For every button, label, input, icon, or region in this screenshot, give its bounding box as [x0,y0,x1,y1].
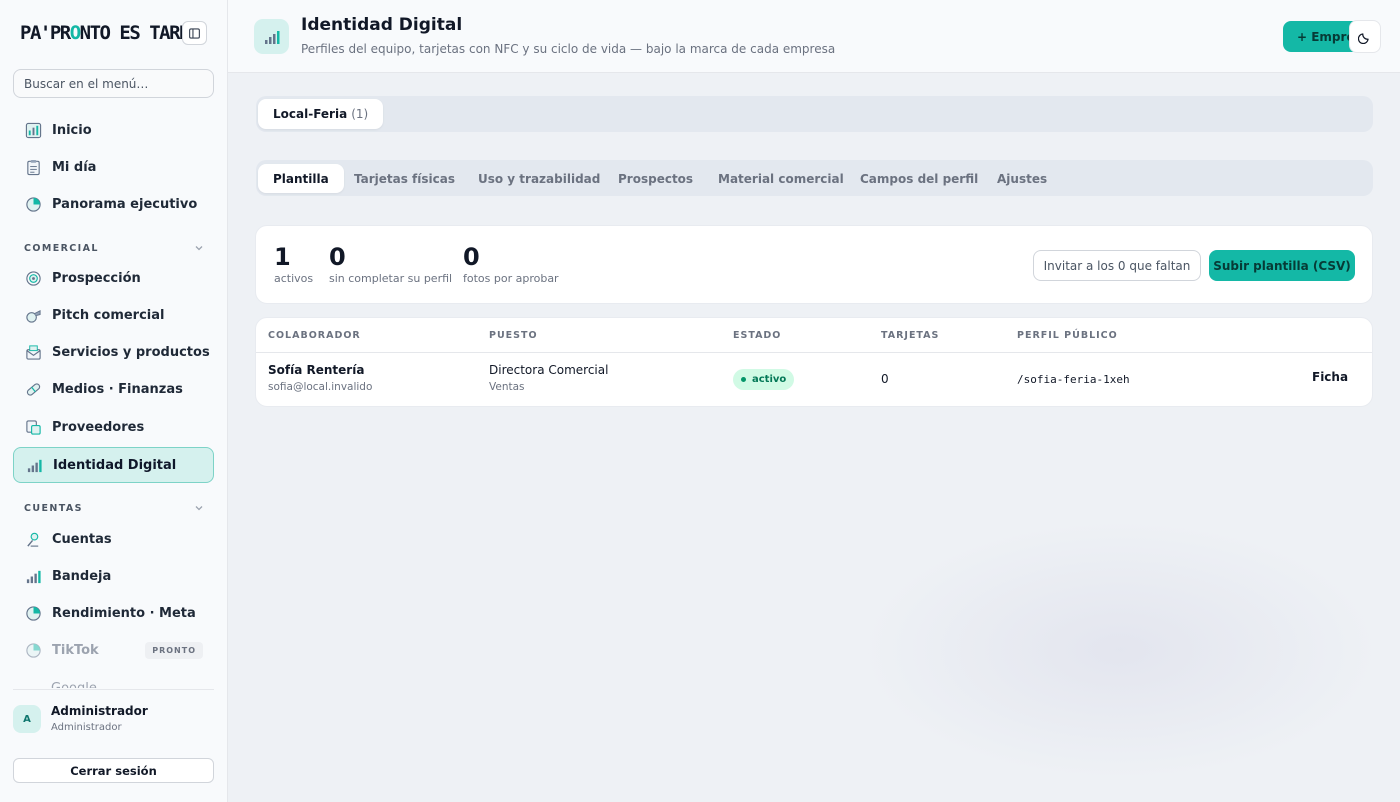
upload-csv-button[interactable]: Subir plantilla (CSV) [1209,250,1355,281]
row-name: Sofía Rentería [268,363,365,377]
sidebar-item-label: Prospección [52,270,141,286]
chevron-down-icon [195,246,203,251]
sidebar: PA'PRONTO ES TARDE Inicio Mi día Panoram… [0,0,228,802]
row-cards: 0 [881,372,889,386]
stat-fotos-por-aprobar: 0 fotos por aprobar [463,243,559,285]
sidebar-item-cuentas[interactable]: Cuentas [13,521,214,557]
status-dot [741,377,746,382]
sidebar-item-label: Servicios y productos [52,344,210,360]
sidebar-item-label: Mi día [52,159,97,175]
envelope-open-icon [23,342,43,362]
sidebar-item-mi-dia[interactable]: Mi día [13,149,214,185]
section-tabs: Plantilla Tarjetas físicas Uso y trazabi… [256,160,1373,196]
pie-chart-icon [23,603,43,623]
whistle-icon [23,305,43,325]
company-tab-local-feria[interactable]: Local-Feria (1) [258,99,384,129]
tab-prospectos[interactable]: Prospectos [603,164,708,193]
user-name: Administrador [51,704,148,718]
sidebar-item-partial[interactable]: Google [51,680,97,688]
user-pin-icon [23,529,43,549]
sidebar-item-prospeccion[interactable]: Prospección [13,260,214,296]
sidebar-collapse-button[interactable] [182,21,207,45]
sidebar-item-tiktok: TikTok PRONTO [13,632,214,668]
sidebar-item-label: Pitch comercial [52,307,165,323]
row-email: sofia@local.invalido [268,381,373,393]
sidebar-item-bandeja[interactable]: Bandeja [13,558,214,594]
sidebar-item-label: Medios · Finanzas [52,381,183,397]
sidebar-item-label: Bandeja [52,568,112,584]
sidebar-item-label: Identidad Digital [53,457,177,473]
company-tabs: Local-Feria (1) [256,96,1373,132]
row-ficha-button[interactable]: Ficha [1312,370,1348,384]
sidebar-item-pitch-comercial[interactable]: Pitch comercial [13,297,214,333]
chevron-down-icon [195,506,203,511]
column-header-estado: ESTADO [733,330,782,341]
row-public-profile[interactable]: /sofia-feria-1xeh [1017,373,1130,386]
sidebar-item-identidad-digital[interactable]: Identidad Digital [13,447,214,483]
sidebar-item-medios-finanzas[interactable]: Medios · Finanzas [13,371,214,407]
background-glow [860,520,1380,780]
row-role: Directora Comercial [489,363,609,377]
column-header-tarjetas: TARJETAS [881,330,940,341]
sidebar-item-label: Inicio [52,122,92,138]
sidebar-item-rendimiento-meta[interactable]: Rendimiento · Meta [13,595,214,631]
clipboard-icon [23,157,43,177]
theme-toggle-button[interactable] [1349,20,1381,53]
column-header-puesto: PUESTO [489,330,538,341]
sidebar-item-label: TikTok [52,642,99,658]
sidebar-divider [13,689,214,690]
chart-board-icon [23,120,43,140]
tab-campos-perfil[interactable]: Campos del perfil [845,164,993,193]
signal-bars-icon [24,455,44,475]
stat-sin-completar: 0 sin completar su perfil [329,243,453,285]
column-header-perfil-publico: PERFIL PÚBLICO [1017,330,1118,341]
logout-button[interactable]: Cerrar sesión [13,758,214,783]
sidebar-item-panorama-ejecutivo[interactable]: Panorama ejecutivo [13,186,214,222]
status-badge: activo [733,369,795,390]
pie-chart-icon [23,194,43,214]
section-header-cuentas[interactable]: CUENTAS [24,501,204,515]
tab-material-comercial[interactable]: Material comercial [703,164,859,193]
sidebar-item-label: Rendimiento · Meta [52,605,196,621]
tab-ajustes[interactable]: Ajustes [982,164,1062,193]
moon-icon [1358,32,1369,44]
sidebar-item-proveedores[interactable]: Proveedores [13,409,214,445]
sidebar-item-label: Proveedores [52,419,145,435]
row-area: Ventas [489,381,525,393]
stat-activos: 1 activos [274,243,314,285]
invite-missing-button[interactable]: Invitar a los 0 que faltan [1033,250,1201,281]
staff-table: COLABORADOR PUESTO ESTADO TARJETAS PERFI… [255,317,1373,407]
tab-tarjetas-fisicas[interactable]: Tarjetas físicas [339,164,470,193]
stats-card: 1 activos 0 sin completar su perfil 0 fo… [255,225,1373,304]
sidebar-item-servicios-productos[interactable]: Servicios y productos [13,334,214,370]
sidebar-panel-icon [189,27,200,39]
pie-chart-icon [23,640,43,660]
column-header-colaborador: COLABORADOR [268,330,361,341]
signal-bars-icon [254,19,289,54]
table-divider [256,352,1372,353]
card-stack-icon [23,417,43,437]
avatar: A [13,705,41,733]
page-title: Identidad Digital [301,15,463,35]
user-role: Administrador [51,722,122,733]
tab-uso-trazabilidad[interactable]: Uso y trazabilidad [463,164,615,193]
coming-soon-badge: PRONTO [145,642,203,659]
pill-icon [23,379,43,399]
sidebar-item-label: Cuentas [52,531,112,547]
signal-bars-icon [23,566,43,586]
menu-search-input[interactable] [13,69,214,98]
page-subtitle: Perfiles del equipo, tarjetas con NFC y … [301,42,836,56]
page-header: Identidad Digital Perfiles del equipo, t… [228,0,1400,73]
target-icon [23,268,43,288]
brand-logo[interactable]: PA'PRONTO ES TARDE [20,20,200,46]
sidebar-item-inicio[interactable]: Inicio [13,112,214,148]
sidebar-item-label: Panorama ejecutivo [52,196,198,212]
section-header-comercial[interactable]: COMERCIAL [24,241,204,255]
tab-plantilla[interactable]: Plantilla [258,164,344,193]
